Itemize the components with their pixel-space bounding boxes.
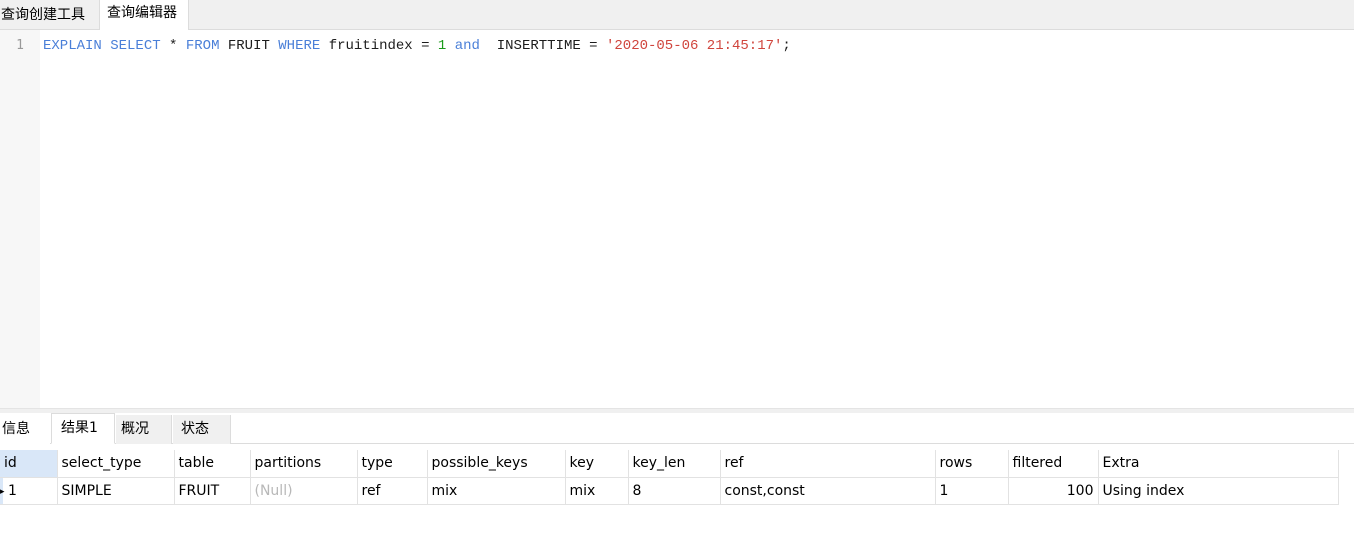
cell-filtered[interactable]: 100 [1008,477,1099,505]
cell-extra[interactable]: Using index [1098,477,1339,505]
column-header-type[interactable]: type [357,450,428,478]
cell-table[interactable]: FRUIT [174,477,251,505]
string-literal: '2020-05-06 21:45:17' [605,38,783,54]
number-literal: 1 [437,38,447,54]
result-tab-bar: 信息 结果1 概况 状态 [0,413,1354,444]
column-header-select-type[interactable]: select_type [57,450,175,478]
column-header-key[interactable]: key [565,450,629,478]
keyword-select: SELECT [110,38,161,54]
column-header-ref[interactable]: ref [720,450,936,478]
sql-editor[interactable]: 1 EXPLAIN SELECT * FROM FRUIT WHERE frui… [0,30,1354,408]
column-header-extra[interactable]: Extra [1098,450,1339,478]
keyword-explain: EXPLAIN [43,38,102,54]
tab-info[interactable]: 信息 [0,415,50,444]
tab-status[interactable]: 状态 [173,415,231,444]
select-star: * [160,38,186,54]
cell-key[interactable]: mix [565,477,629,505]
condition-fruitindex: fruitindex = [320,38,438,54]
column-header-partitions[interactable]: partitions [250,450,358,478]
column-header-id[interactable]: id [0,450,58,478]
tab-overview[interactable]: 概况 [116,415,172,444]
line-number: 1 [16,38,24,53]
column-header-key-len[interactable]: key_len [628,450,721,478]
column-header-table[interactable]: table [174,450,251,478]
cell-select-type[interactable]: SIMPLE [57,477,175,505]
keyword-from: FROM [185,38,220,54]
header-row: id select_type table partitions type pos… [0,450,1339,478]
cell-ref[interactable]: const,const [720,477,936,505]
sql-code-line[interactable]: EXPLAIN SELECT * FROM FRUIT WHERE fruiti… [43,38,791,55]
cell-key-len[interactable]: 8 [628,477,721,505]
statement-terminator: ; [782,38,791,54]
keyword-and: and [454,38,480,54]
cell-type[interactable]: ref [357,477,428,505]
cell-partitions[interactable]: (Null) [250,477,358,505]
cell-id[interactable]: 1 [0,477,58,505]
keyword-where: WHERE [278,38,321,54]
cell-rows[interactable]: 1 [935,477,1009,505]
condition-inserttime: INSERTTIME = [479,38,606,54]
result-grid: id select_type table partitions type pos… [0,450,1339,505]
tab-result-1[interactable]: 结果1 [51,413,115,444]
cell-possible-keys[interactable]: mix [427,477,566,505]
tab-query-builder[interactable]: 查询创建工具 [0,0,96,30]
line-number-gutter: 1 [0,30,40,408]
column-header-rows[interactable]: rows [935,450,1009,478]
tab-query-editor[interactable]: 查询编辑器 [99,0,189,31]
table-row[interactable]: 1 SIMPLE FRUIT (Null) ref mix mix 8 cons… [0,477,1339,505]
column-header-possible-keys[interactable]: possible_keys [427,450,566,478]
table-name: FRUIT [219,38,279,54]
column-header-filtered[interactable]: filtered [1008,450,1099,478]
editor-tab-bar: 查询创建工具 查询编辑器 [0,0,1354,31]
